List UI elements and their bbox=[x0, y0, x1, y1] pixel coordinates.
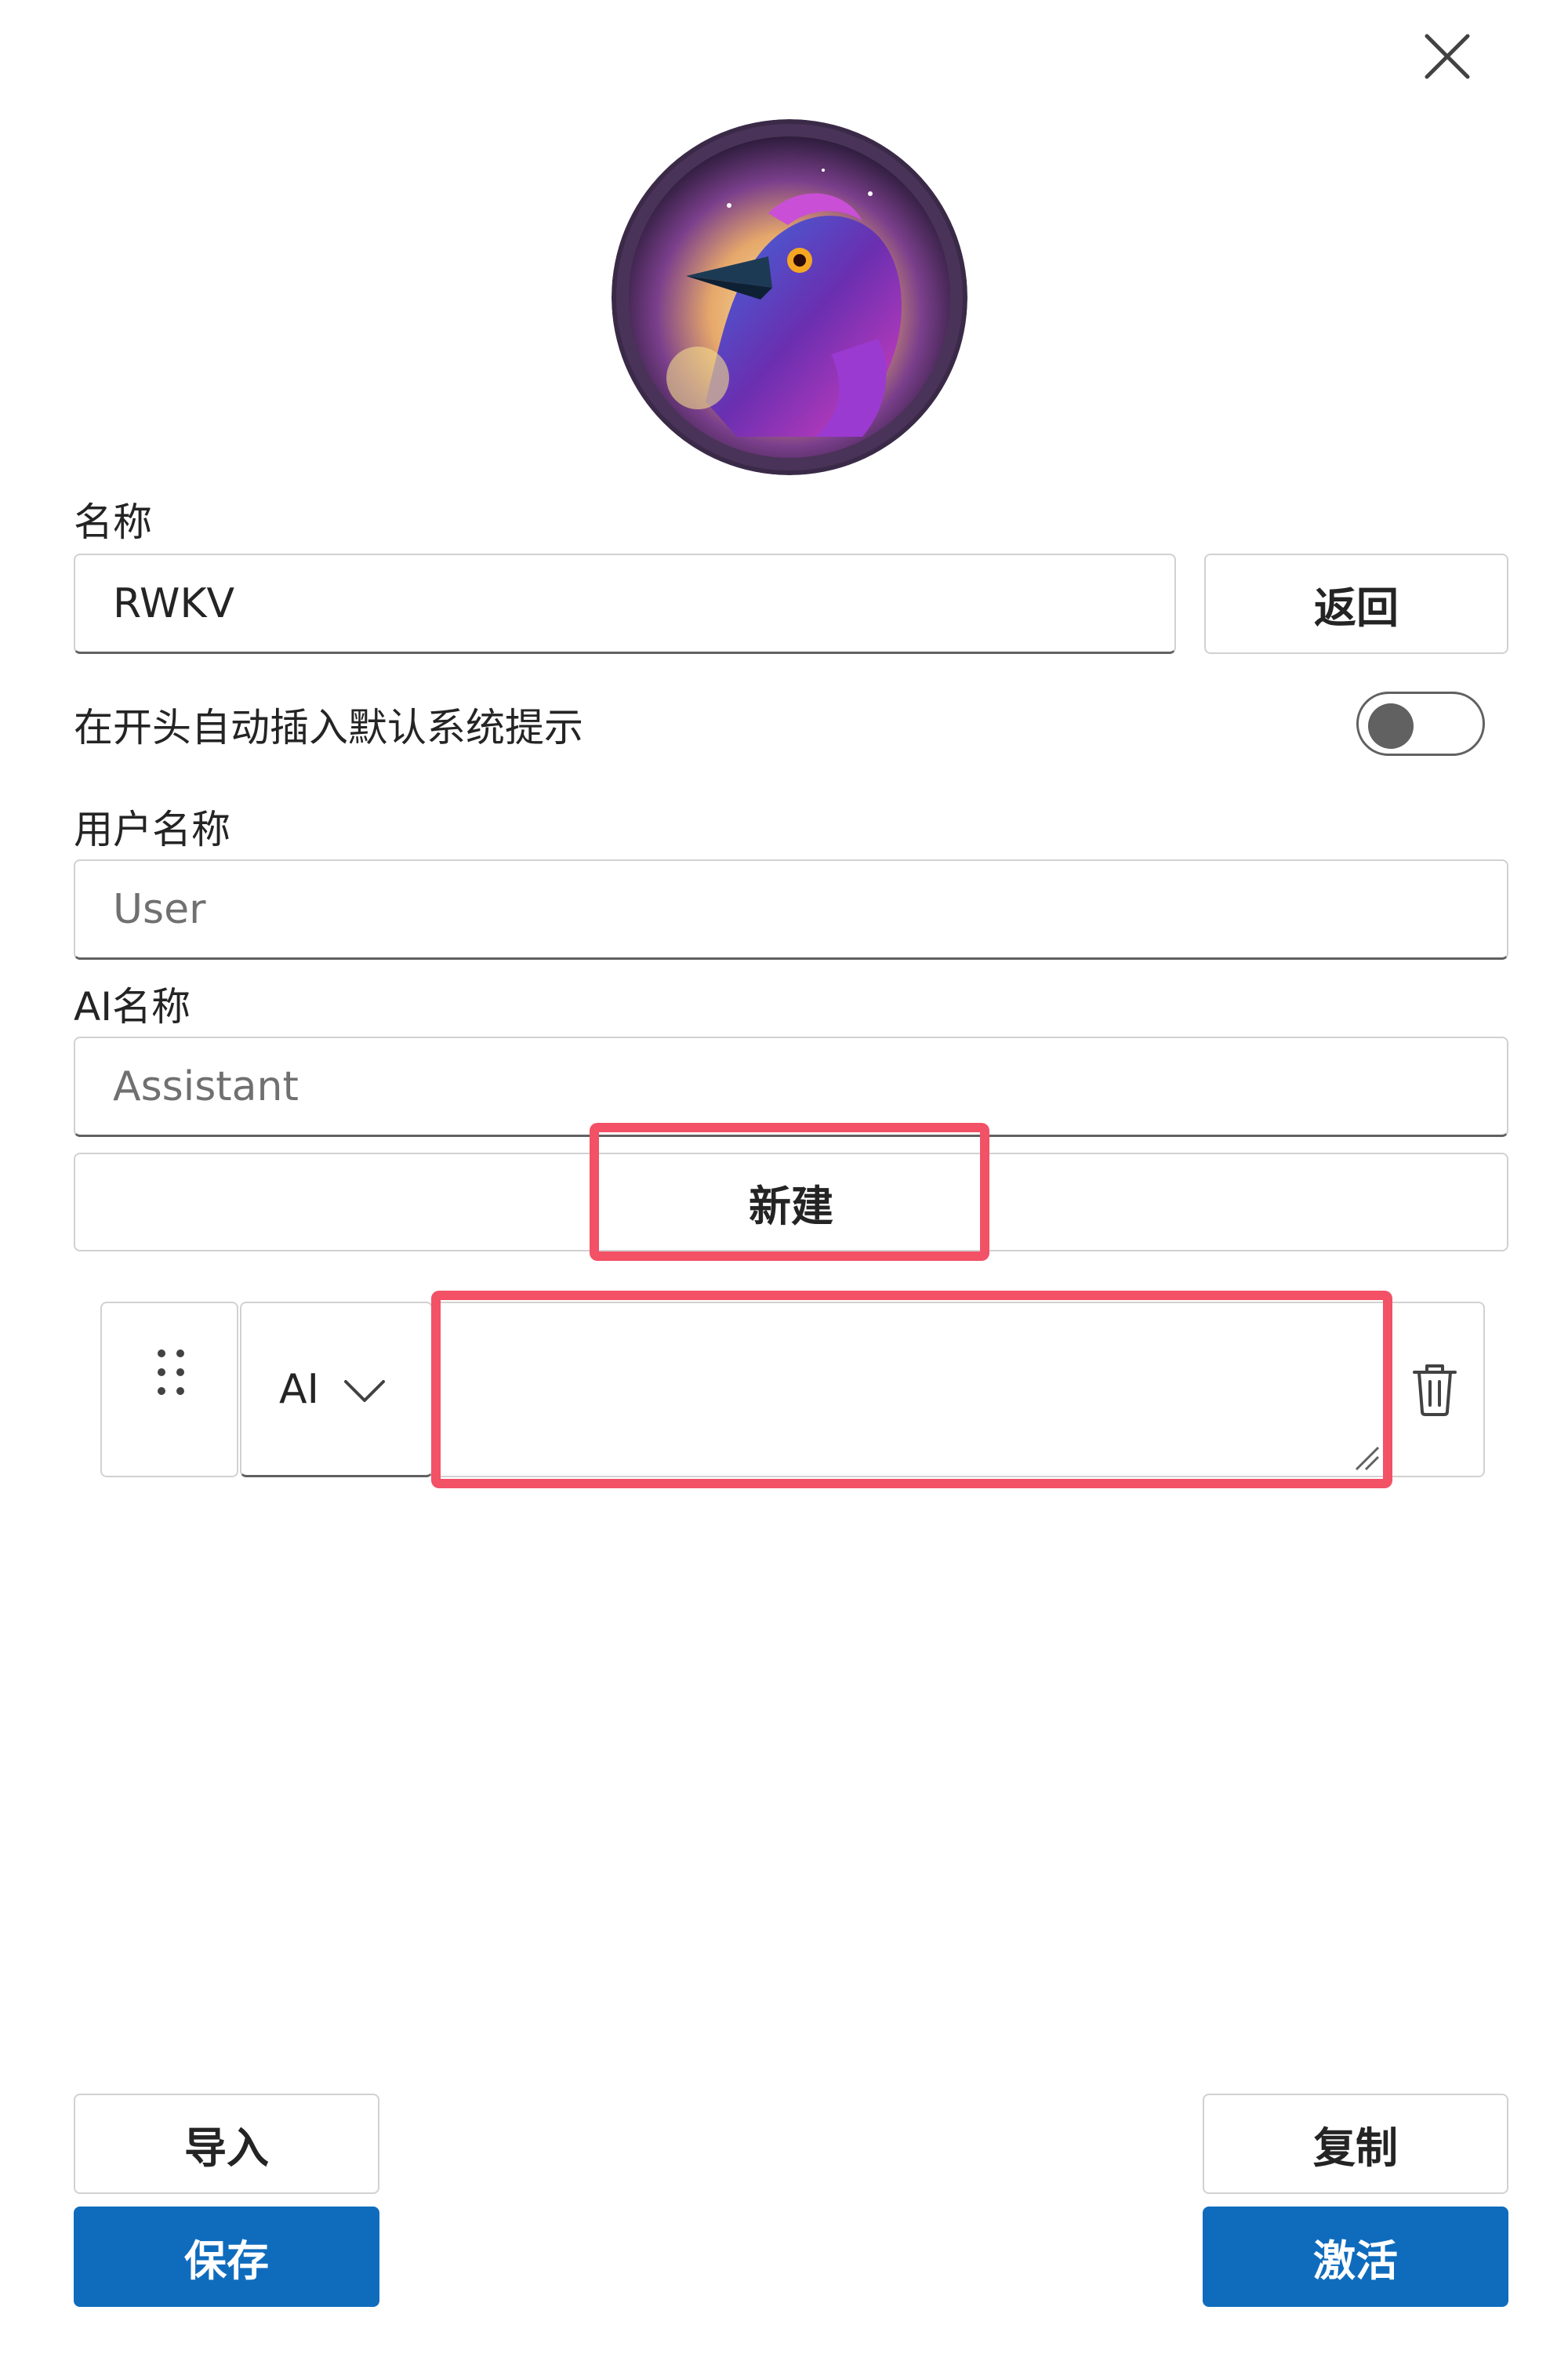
ai-name-input[interactable]: Assistant bbox=[74, 1037, 1508, 1137]
delete-message-button[interactable] bbox=[1385, 1302, 1485, 1477]
toggle-knob bbox=[1368, 703, 1414, 749]
drag-handle[interactable] bbox=[100, 1302, 238, 1477]
chevron-down-icon bbox=[343, 1379, 385, 1402]
copy-button[interactable]: 复制 bbox=[1203, 2094, 1508, 2194]
close-icon[interactable] bbox=[1419, 28, 1475, 85]
avatar[interactable] bbox=[612, 119, 967, 475]
name-input-value: RWKV bbox=[113, 579, 235, 627]
name-input[interactable]: RWKV bbox=[74, 554, 1176, 654]
new-message-button[interactable]: 新建 bbox=[74, 1153, 1508, 1251]
user-name-input[interactable]: User bbox=[74, 859, 1508, 960]
save-button[interactable]: 保存 bbox=[74, 2207, 379, 2307]
name-label: 名称 bbox=[74, 499, 152, 545]
ai-name-label: AI名称 bbox=[74, 984, 191, 1030]
user-name-placeholder: User bbox=[113, 885, 206, 933]
activate-button[interactable]: 激活 bbox=[1203, 2207, 1508, 2307]
system-prompt-label: 在开头自动插入默认系统提示 bbox=[74, 705, 583, 750]
import-button[interactable]: 导入 bbox=[74, 2094, 379, 2194]
role-select[interactable]: AI bbox=[240, 1302, 433, 1477]
preset-editor-dialog: 名称 RWKV 返回 在开头自动插入默认系统提示 用户名称 User AI名称 … bbox=[0, 0, 1568, 2361]
role-select-value: AI bbox=[279, 1365, 319, 1413]
back-button[interactable]: 返回 bbox=[1204, 554, 1508, 654]
user-name-label: 用户名称 bbox=[74, 807, 230, 852]
raven-avatar-icon bbox=[612, 119, 967, 475]
ai-name-placeholder: Assistant bbox=[113, 1062, 299, 1110]
trash-icon bbox=[1413, 1364, 1457, 1416]
system-prompt-toggle[interactable] bbox=[1356, 692, 1485, 756]
resize-grip-icon[interactable] bbox=[1350, 1441, 1381, 1473]
message-textarea[interactable] bbox=[433, 1302, 1385, 1477]
drag-dots-icon bbox=[158, 1349, 184, 1395]
